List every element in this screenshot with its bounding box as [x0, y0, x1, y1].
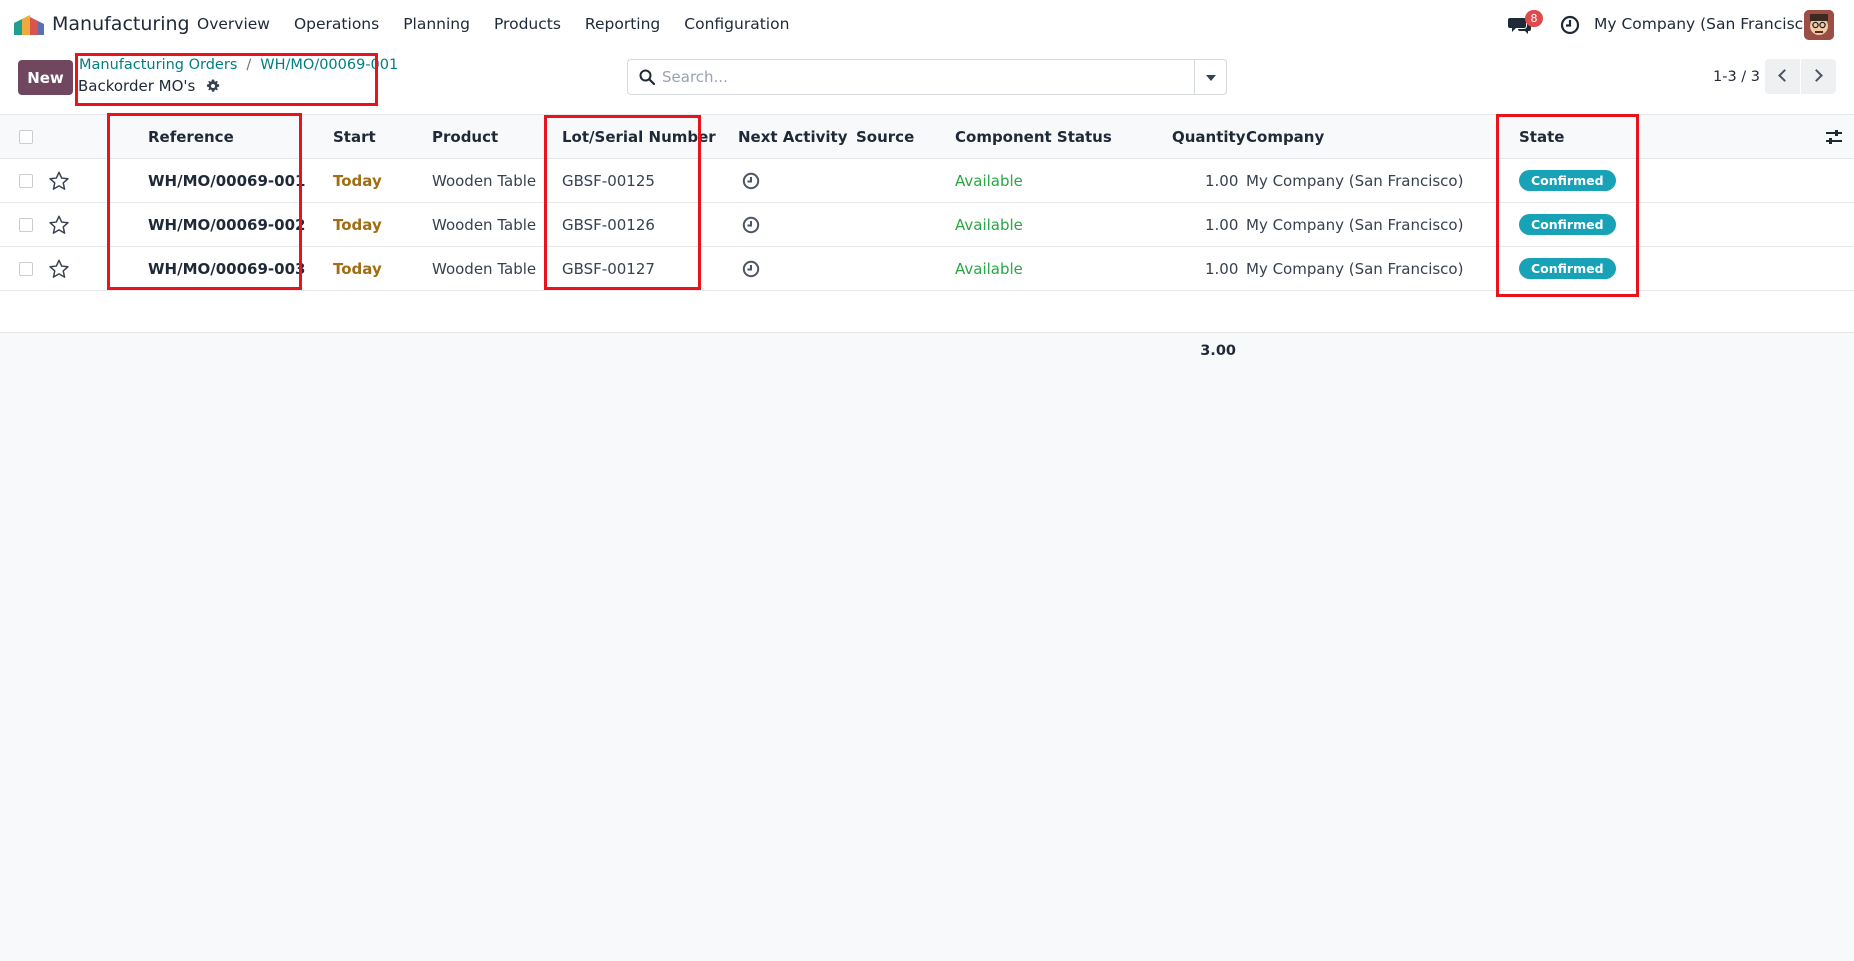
row-checkbox-cell — [19, 203, 33, 246]
top-navbar: Manufacturing Overview Operations Planni… — [0, 0, 1854, 50]
star-icon[interactable] — [48, 170, 70, 192]
app-name[interactable]: Manufacturing — [52, 13, 190, 35]
priority-star-cell — [48, 159, 70, 202]
cell-company: My Company (San Francisco) — [1246, 215, 1464, 234]
column-state[interactable]: State — [1519, 115, 1564, 158]
menu-overview[interactable]: Overview — [197, 15, 270, 33]
column-lot-serial[interactable]: Lot/Serial Number — [562, 115, 716, 158]
cell-start: Today — [333, 171, 382, 190]
cell-lot-serial: GBSF-00125 — [562, 171, 655, 190]
cell-state: Confirmed — [1519, 159, 1616, 202]
search-options-toggle[interactable] — [1194, 59, 1227, 95]
cell-product: Wooden Table — [432, 171, 537, 190]
clock-icon[interactable] — [1560, 15, 1580, 35]
table-header: Reference Start Product Lot/Serial Numbe… — [0, 114, 1854, 159]
star-icon[interactable] — [48, 214, 70, 236]
avatar-image — [1804, 10, 1834, 40]
cell-product: Wooden Table — [432, 259, 537, 278]
avatar[interactable] — [1804, 10, 1834, 40]
column-product[interactable]: Product — [432, 115, 498, 158]
column-start[interactable]: Start — [333, 115, 376, 158]
optional-columns-toggle[interactable] — [1825, 115, 1843, 158]
totals-row: 3.00 — [0, 333, 1854, 373]
row-checkbox-cell — [19, 247, 33, 290]
chevron-left-icon — [1778, 69, 1791, 82]
manufacturing-orders-list: Reference Start Product Lot/Serial Numbe… — [0, 114, 1854, 373]
cell-start: Today — [333, 215, 382, 234]
cell-quantity: 1.00 — [1205, 171, 1239, 190]
status-badge: Confirmed — [1519, 170, 1616, 191]
row-checkbox-cell — [19, 159, 33, 202]
cell-state: Confirmed — [1519, 203, 1616, 246]
status-badge: Confirmed — [1519, 214, 1616, 235]
row-checkbox[interactable] — [19, 261, 33, 276]
pager-previous-button[interactable] — [1765, 59, 1800, 94]
control-panel: New Manufacturing Orders / WH/MO/00069-001… — [0, 50, 1854, 114]
cell-component-status: Available — [955, 259, 1023, 278]
cell-next-activity — [742, 247, 760, 290]
cell-component-status: Available — [955, 171, 1023, 190]
search-icon — [639, 69, 655, 85]
activity-clock-icon[interactable] — [742, 216, 760, 234]
new-button[interactable]: New — [18, 60, 73, 95]
column-source[interactable]: Source — [856, 115, 914, 158]
cell-reference: WH/MO/00069-001 — [148, 171, 306, 190]
chat-badge: 8 — [1525, 10, 1543, 27]
pager-value[interactable]: 1-3 / 3 — [1713, 69, 1760, 85]
total-quantity: 3.00 — [1200, 343, 1236, 359]
cell-lot-serial: GBSF-00126 — [562, 215, 655, 234]
column-component-status[interactable]: Component Status — [955, 115, 1112, 158]
pager-next-button[interactable] — [1801, 59, 1836, 94]
column-reference[interactable]: Reference — [148, 115, 234, 158]
activity-clock-icon[interactable] — [742, 172, 760, 190]
table-row[interactable]: WH/MO/00069-002 Today Wooden Table GBSF-… — [0, 203, 1854, 247]
cell-quantity: 1.00 — [1205, 259, 1239, 278]
cell-company: My Company (San Francisco) — [1246, 171, 1464, 190]
cell-company: My Company (San Francisco) — [1246, 259, 1464, 278]
cell-lot-serial: GBSF-00127 — [562, 259, 655, 278]
menu-configuration[interactable]: Configuration — [684, 15, 789, 33]
status-badge: Confirmed — [1519, 258, 1616, 279]
search-bar — [627, 59, 1227, 95]
column-company[interactable]: Company — [1246, 115, 1324, 158]
cell-next-activity — [742, 159, 760, 202]
table-row[interactable]: WH/MO/00069-003 Today Wooden Table GBSF-… — [0, 247, 1854, 291]
row-checkbox[interactable] — [19, 217, 33, 232]
activity-clock-icon[interactable] — [742, 260, 760, 278]
app-logo-icon[interactable] — [14, 15, 44, 35]
table-row[interactable]: WH/MO/00069-001 Today Wooden Table GBSF-… — [0, 159, 1854, 203]
menu-reporting[interactable]: Reporting — [585, 15, 660, 33]
cell-state: Confirmed — [1519, 247, 1616, 290]
cell-quantity: 1.00 — [1205, 215, 1239, 234]
menu-planning[interactable]: Planning — [403, 15, 470, 33]
cell-reference: WH/MO/00069-003 — [148, 259, 306, 278]
row-checkbox[interactable] — [19, 173, 33, 188]
priority-star-cell — [48, 247, 70, 290]
menu-operations[interactable]: Operations — [294, 15, 379, 33]
select-all-checkbox[interactable] — [19, 129, 33, 144]
cell-start: Today — [333, 259, 382, 278]
search-input[interactable] — [662, 63, 1222, 91]
header-checkbox-cell — [19, 115, 33, 158]
main-menu: Overview Operations Planning Products Re… — [197, 15, 813, 33]
column-next-activity[interactable]: Next Activity — [738, 115, 847, 158]
column-quantity[interactable]: Quantity — [1172, 115, 1246, 158]
optional-columns-icon — [1826, 129, 1842, 144]
cell-next-activity — [742, 203, 760, 246]
chevron-down-icon — [1206, 75, 1216, 81]
cell-component-status: Available — [955, 215, 1023, 234]
company-switcher[interactable]: My Company (San Francisco) — [1594, 15, 1819, 33]
cell-product: Wooden Table — [432, 215, 537, 234]
breadcrumb-highlight — [75, 53, 378, 106]
chevron-right-icon — [1810, 69, 1823, 82]
star-icon[interactable] — [48, 258, 70, 280]
empty-row — [0, 291, 1854, 333]
menu-products[interactable]: Products — [494, 15, 561, 33]
priority-star-cell — [48, 203, 70, 246]
cell-reference: WH/MO/00069-002 — [148, 215, 306, 234]
